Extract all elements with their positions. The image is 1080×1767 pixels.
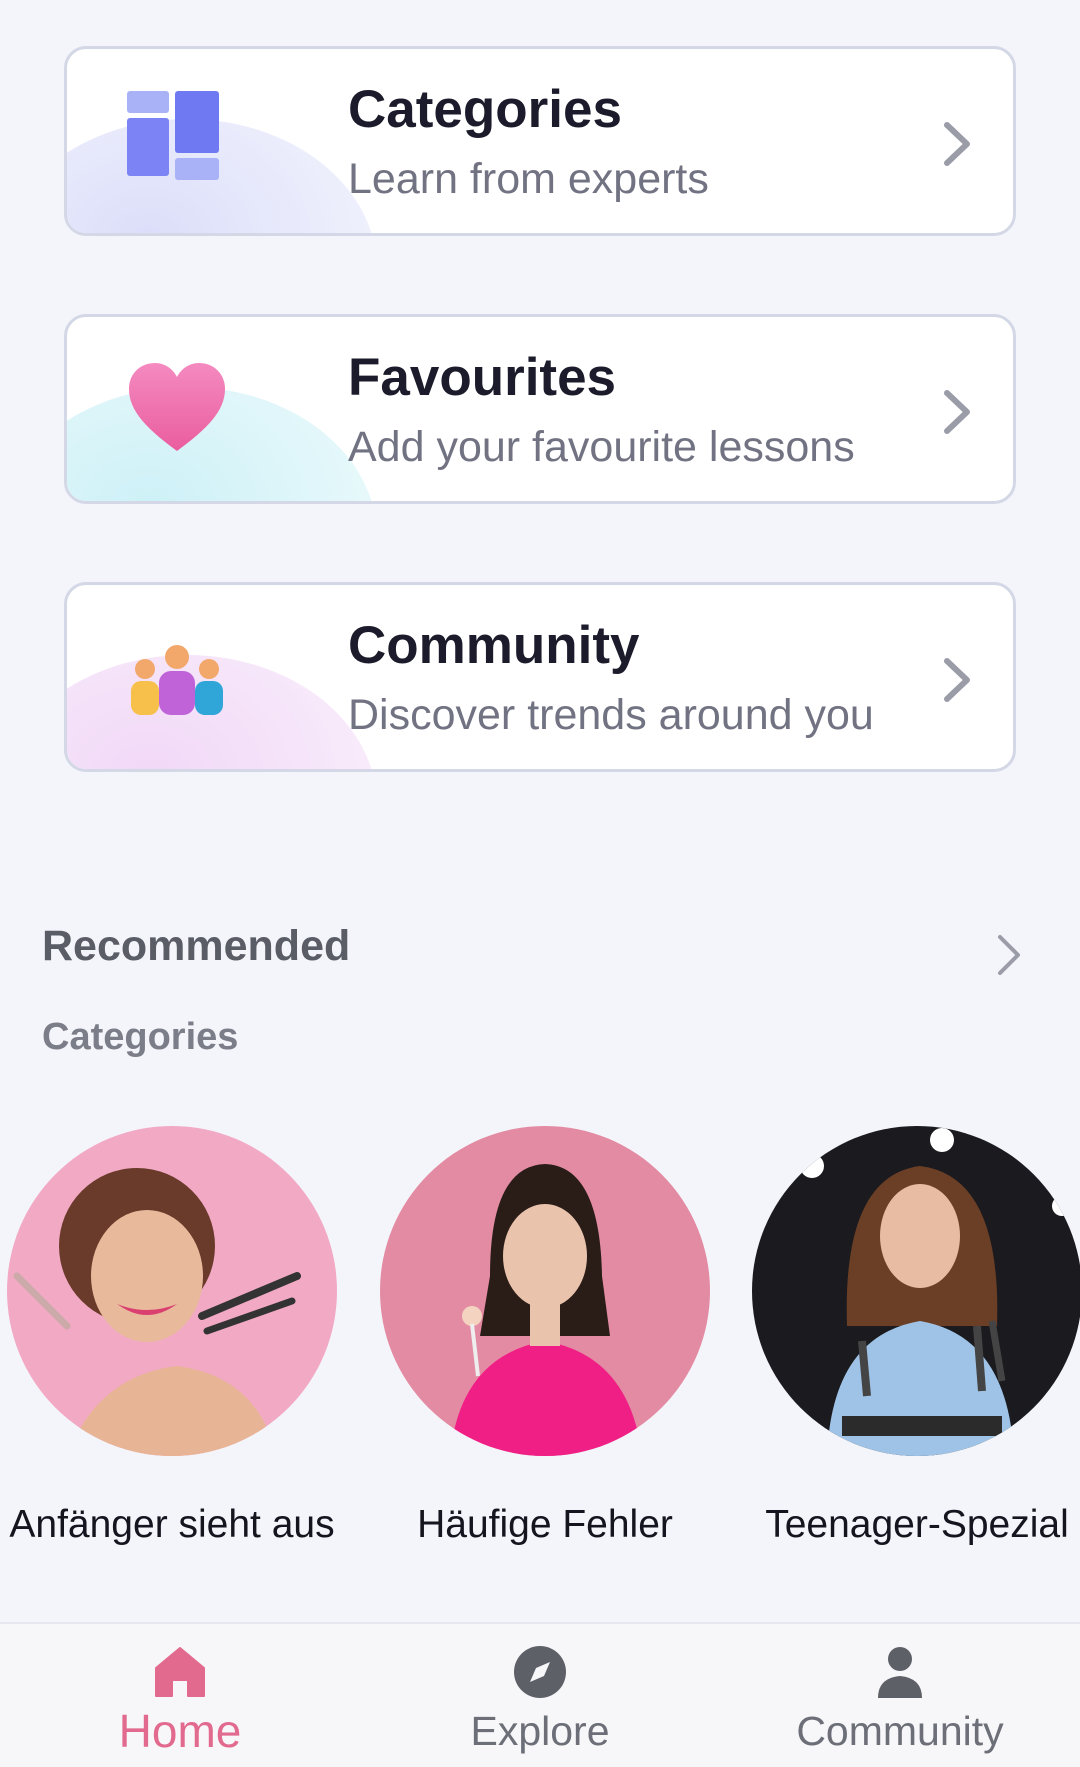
bottom-navigation: Home Explore Community xyxy=(0,1622,1080,1767)
category-item-beginner[interactable]: Anfänger sieht aus xyxy=(7,1126,337,1546)
card-subtitle: Learn from experts xyxy=(348,155,709,203)
home-screen: Categories Learn from experts Favourites… xyxy=(0,0,1080,1767)
card-title: Favourites xyxy=(348,348,617,407)
category-label: Teenager-Spezial xyxy=(765,1503,1069,1546)
category-item-mistakes[interactable]: Häufige Fehler xyxy=(380,1126,710,1546)
chevron-right-icon xyxy=(944,390,970,434)
chevron-right-icon xyxy=(944,122,970,166)
compass-icon xyxy=(514,1646,566,1698)
chevron-right-icon xyxy=(944,658,970,702)
chevron-right-icon[interactable] xyxy=(995,932,1023,978)
categories-subheading: Categories xyxy=(42,1016,239,1058)
nav-label: Explore xyxy=(470,1708,610,1754)
category-item-teenager[interactable]: Teenager-Spezial xyxy=(752,1126,1080,1546)
nav-label: Home xyxy=(118,1705,242,1757)
card-subtitle: Add your favourite lessons xyxy=(348,423,855,471)
home-icon xyxy=(155,1647,205,1697)
category-photo xyxy=(752,1126,1080,1456)
recommended-heading: Recommended xyxy=(42,922,351,970)
card-subtitle: Discover trends around you xyxy=(348,691,874,739)
nav-explore[interactable]: Explore xyxy=(360,1624,720,1767)
category-label: Anfänger sieht aus xyxy=(9,1503,335,1546)
category-label: Häufige Fehler xyxy=(417,1503,673,1546)
nav-community[interactable]: Community xyxy=(720,1624,1080,1767)
nav-label: Community xyxy=(796,1708,1004,1754)
community-card[interactable]: Community Discover trends around you xyxy=(64,582,1016,772)
categories-card[interactable]: Categories Learn from experts xyxy=(64,46,1016,236)
heart-icon xyxy=(129,363,225,451)
card-title: Community xyxy=(348,616,640,675)
card-title: Categories xyxy=(348,80,622,139)
user-icon xyxy=(878,1647,922,1698)
nav-home[interactable]: Home xyxy=(0,1624,360,1767)
people-icon xyxy=(131,645,223,715)
category-photo xyxy=(7,1126,337,1456)
favourites-card[interactable]: Favourites Add your favourite lessons xyxy=(64,314,1016,504)
category-photo xyxy=(380,1126,710,1456)
grid-icon xyxy=(127,91,219,180)
